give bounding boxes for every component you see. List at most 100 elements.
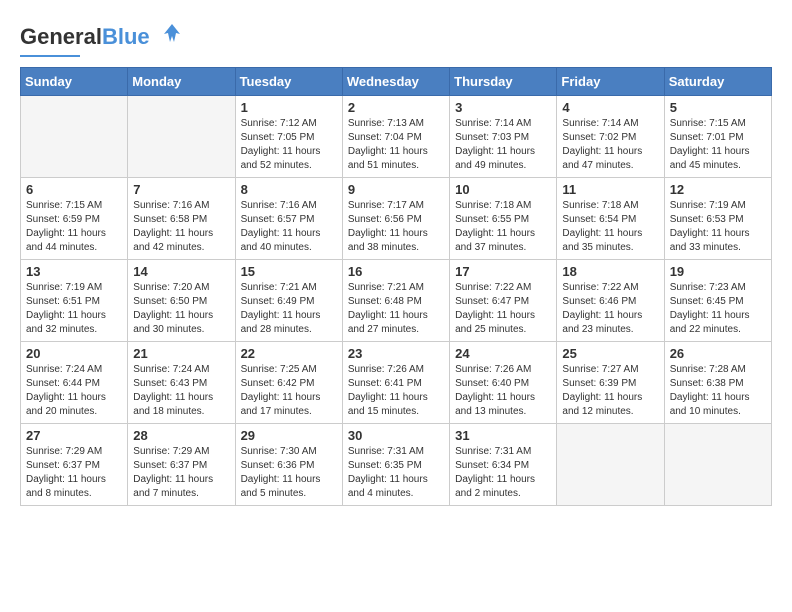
cell-info: Sunrise: 7:12 AM Sunset: 7:05 PM Dayligh… — [241, 117, 337, 173]
day-number: 1 — [241, 100, 337, 115]
calendar-cell: 21 Sunrise: 7:24 AM Sunset: 6:43 PM Dayl… — [128, 342, 235, 424]
calendar-cell: 2 Sunrise: 7:13 AM Sunset: 7:04 PM Dayli… — [342, 96, 449, 178]
week-row-1: 6 Sunrise: 7:15 AM Sunset: 6:59 PM Dayli… — [21, 178, 772, 260]
day-number: 7 — [133, 182, 229, 197]
calendar-cell: 15 Sunrise: 7:21 AM Sunset: 6:49 PM Dayl… — [235, 260, 342, 342]
logo-bird-icon — [158, 20, 186, 48]
cell-info: Sunrise: 7:14 AM Sunset: 7:03 PM Dayligh… — [455, 117, 551, 173]
calendar-cell: 10 Sunrise: 7:18 AM Sunset: 6:55 PM Dayl… — [450, 178, 557, 260]
day-number: 25 — [562, 346, 658, 361]
cell-info: Sunrise: 7:24 AM Sunset: 6:43 PM Dayligh… — [133, 363, 229, 419]
day-number: 3 — [455, 100, 551, 115]
calendar-cell: 22 Sunrise: 7:25 AM Sunset: 6:42 PM Dayl… — [235, 342, 342, 424]
calendar-cell — [128, 96, 235, 178]
col-header-thursday: Thursday — [450, 68, 557, 96]
week-row-4: 27 Sunrise: 7:29 AM Sunset: 6:37 PM Dayl… — [21, 424, 772, 506]
day-number: 6 — [26, 182, 122, 197]
logo-divider — [20, 55, 80, 57]
calendar-cell: 5 Sunrise: 7:15 AM Sunset: 7:01 PM Dayli… — [664, 96, 771, 178]
calendar-header-row: SundayMondayTuesdayWednesdayThursdayFrid… — [21, 68, 772, 96]
day-number: 14 — [133, 264, 229, 279]
calendar-cell: 3 Sunrise: 7:14 AM Sunset: 7:03 PM Dayli… — [450, 96, 557, 178]
logo: GeneralBlue — [20, 20, 186, 57]
calendar-cell — [557, 424, 664, 506]
calendar-cell: 17 Sunrise: 7:22 AM Sunset: 6:47 PM Dayl… — [450, 260, 557, 342]
day-number: 5 — [670, 100, 766, 115]
col-header-sunday: Sunday — [21, 68, 128, 96]
calendar-cell: 9 Sunrise: 7:17 AM Sunset: 6:56 PM Dayli… — [342, 178, 449, 260]
day-number: 8 — [241, 182, 337, 197]
day-number: 30 — [348, 428, 444, 443]
day-number: 28 — [133, 428, 229, 443]
cell-info: Sunrise: 7:15 AM Sunset: 7:01 PM Dayligh… — [670, 117, 766, 173]
cell-info: Sunrise: 7:27 AM Sunset: 6:39 PM Dayligh… — [562, 363, 658, 419]
cell-info: Sunrise: 7:17 AM Sunset: 6:56 PM Dayligh… — [348, 199, 444, 255]
calendar-cell — [21, 96, 128, 178]
calendar-cell: 14 Sunrise: 7:20 AM Sunset: 6:50 PM Dayl… — [128, 260, 235, 342]
day-number: 16 — [348, 264, 444, 279]
cell-info: Sunrise: 7:14 AM Sunset: 7:02 PM Dayligh… — [562, 117, 658, 173]
calendar-cell: 13 Sunrise: 7:19 AM Sunset: 6:51 PM Dayl… — [21, 260, 128, 342]
calendar-cell: 23 Sunrise: 7:26 AM Sunset: 6:41 PM Dayl… — [342, 342, 449, 424]
week-row-0: 1 Sunrise: 7:12 AM Sunset: 7:05 PM Dayli… — [21, 96, 772, 178]
calendar-cell: 26 Sunrise: 7:28 AM Sunset: 6:38 PM Dayl… — [664, 342, 771, 424]
calendar-cell: 28 Sunrise: 7:29 AM Sunset: 6:37 PM Dayl… — [128, 424, 235, 506]
cell-info: Sunrise: 7:18 AM Sunset: 6:54 PM Dayligh… — [562, 199, 658, 255]
logo-blue: Blue — [102, 24, 150, 49]
day-number: 19 — [670, 264, 766, 279]
cell-info: Sunrise: 7:15 AM Sunset: 6:59 PM Dayligh… — [26, 199, 122, 255]
day-number: 21 — [133, 346, 229, 361]
logo-general: General — [20, 24, 102, 49]
calendar-cell: 7 Sunrise: 7:16 AM Sunset: 6:58 PM Dayli… — [128, 178, 235, 260]
calendar-cell: 25 Sunrise: 7:27 AM Sunset: 6:39 PM Dayl… — [557, 342, 664, 424]
cell-info: Sunrise: 7:23 AM Sunset: 6:45 PM Dayligh… — [670, 281, 766, 337]
calendar-cell: 16 Sunrise: 7:21 AM Sunset: 6:48 PM Dayl… — [342, 260, 449, 342]
calendar-cell: 1 Sunrise: 7:12 AM Sunset: 7:05 PM Dayli… — [235, 96, 342, 178]
calendar-cell: 11 Sunrise: 7:18 AM Sunset: 6:54 PM Dayl… — [557, 178, 664, 260]
day-number: 24 — [455, 346, 551, 361]
calendar-cell: 8 Sunrise: 7:16 AM Sunset: 6:57 PM Dayli… — [235, 178, 342, 260]
day-number: 2 — [348, 100, 444, 115]
day-number: 23 — [348, 346, 444, 361]
cell-info: Sunrise: 7:22 AM Sunset: 6:47 PM Dayligh… — [455, 281, 551, 337]
cell-info: Sunrise: 7:29 AM Sunset: 6:37 PM Dayligh… — [26, 445, 122, 501]
calendar-cell: 4 Sunrise: 7:14 AM Sunset: 7:02 PM Dayli… — [557, 96, 664, 178]
calendar-cell: 30 Sunrise: 7:31 AM Sunset: 6:35 PM Dayl… — [342, 424, 449, 506]
calendar-table: SundayMondayTuesdayWednesdayThursdayFrid… — [20, 67, 772, 506]
cell-info: Sunrise: 7:31 AM Sunset: 6:34 PM Dayligh… — [455, 445, 551, 501]
week-row-3: 20 Sunrise: 7:24 AM Sunset: 6:44 PM Dayl… — [21, 342, 772, 424]
cell-info: Sunrise: 7:20 AM Sunset: 6:50 PM Dayligh… — [133, 281, 229, 337]
calendar-cell: 12 Sunrise: 7:19 AM Sunset: 6:53 PM Dayl… — [664, 178, 771, 260]
cell-info: Sunrise: 7:22 AM Sunset: 6:46 PM Dayligh… — [562, 281, 658, 337]
cell-info: Sunrise: 7:24 AM Sunset: 6:44 PM Dayligh… — [26, 363, 122, 419]
cell-info: Sunrise: 7:16 AM Sunset: 6:57 PM Dayligh… — [241, 199, 337, 255]
page-header: GeneralBlue — [20, 20, 772, 57]
day-number: 20 — [26, 346, 122, 361]
cell-info: Sunrise: 7:13 AM Sunset: 7:04 PM Dayligh… — [348, 117, 444, 173]
cell-info: Sunrise: 7:30 AM Sunset: 6:36 PM Dayligh… — [241, 445, 337, 501]
cell-info: Sunrise: 7:29 AM Sunset: 6:37 PM Dayligh… — [133, 445, 229, 501]
cell-info: Sunrise: 7:16 AM Sunset: 6:58 PM Dayligh… — [133, 199, 229, 255]
calendar-cell: 24 Sunrise: 7:26 AM Sunset: 6:40 PM Dayl… — [450, 342, 557, 424]
day-number: 13 — [26, 264, 122, 279]
day-number: 12 — [670, 182, 766, 197]
col-header-wednesday: Wednesday — [342, 68, 449, 96]
cell-info: Sunrise: 7:25 AM Sunset: 6:42 PM Dayligh… — [241, 363, 337, 419]
day-number: 15 — [241, 264, 337, 279]
calendar-cell: 29 Sunrise: 7:30 AM Sunset: 6:36 PM Dayl… — [235, 424, 342, 506]
cell-info: Sunrise: 7:31 AM Sunset: 6:35 PM Dayligh… — [348, 445, 444, 501]
col-header-tuesday: Tuesday — [235, 68, 342, 96]
col-header-monday: Monday — [128, 68, 235, 96]
calendar-cell: 20 Sunrise: 7:24 AM Sunset: 6:44 PM Dayl… — [21, 342, 128, 424]
calendar-cell: 6 Sunrise: 7:15 AM Sunset: 6:59 PM Dayli… — [21, 178, 128, 260]
cell-info: Sunrise: 7:18 AM Sunset: 6:55 PM Dayligh… — [455, 199, 551, 255]
day-number: 22 — [241, 346, 337, 361]
day-number: 31 — [455, 428, 551, 443]
day-number: 10 — [455, 182, 551, 197]
calendar-cell: 31 Sunrise: 7:31 AM Sunset: 6:34 PM Dayl… — [450, 424, 557, 506]
cell-info: Sunrise: 7:21 AM Sunset: 6:49 PM Dayligh… — [241, 281, 337, 337]
col-header-saturday: Saturday — [664, 68, 771, 96]
week-row-2: 13 Sunrise: 7:19 AM Sunset: 6:51 PM Dayl… — [21, 260, 772, 342]
day-number: 26 — [670, 346, 766, 361]
calendar-cell: 19 Sunrise: 7:23 AM Sunset: 6:45 PM Dayl… — [664, 260, 771, 342]
